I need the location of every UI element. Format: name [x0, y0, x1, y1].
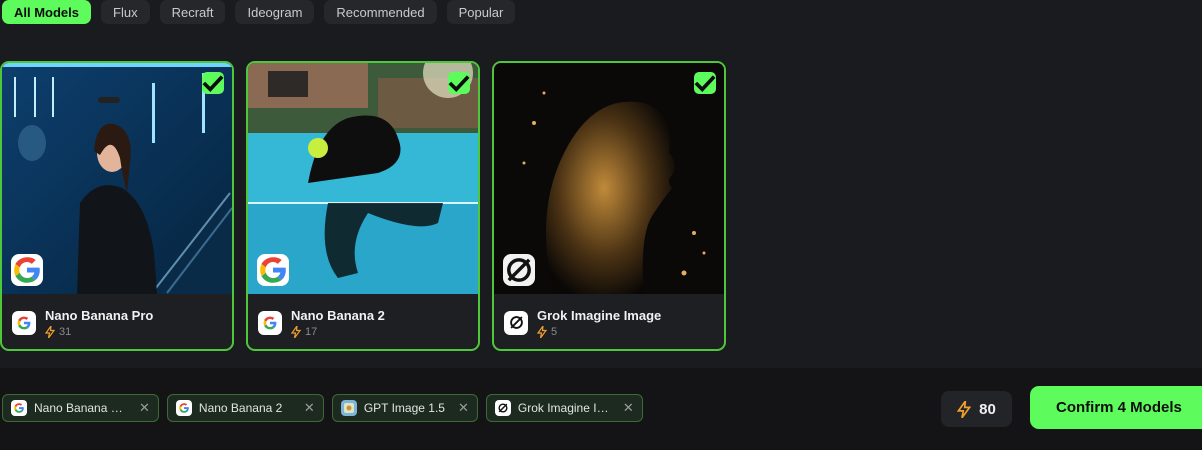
selected-check-icon[interactable]: [694, 72, 716, 94]
google-icon: [12, 310, 36, 335]
gpt-image-icon: [340, 400, 357, 416]
tab-popular[interactable]: Popular: [446, 0, 516, 24]
selection-bar: Nano Banana Pro ✕ Nano Banana 2 ✕ GPT Im…: [0, 368, 1202, 450]
chip-label: GPT Image 1.5: [363, 401, 445, 415]
tab-recraft[interactable]: Recraft: [159, 0, 226, 24]
model-name: Grok Imagine Image: [537, 307, 662, 323]
model-name: Nano Banana 2: [291, 307, 385, 323]
credit-cost-value: 5: [551, 325, 558, 338]
credit-cost: 31: [45, 325, 153, 338]
credit-cost: 17: [291, 325, 385, 338]
grok-icon: [503, 254, 535, 286]
chip-label: Nano Banana Pro: [34, 401, 126, 415]
tab-all-models[interactable]: All Models: [2, 0, 92, 24]
model-preview-image: [494, 63, 724, 294]
google-icon: [11, 400, 27, 416]
google-icon: [11, 254, 43, 286]
model-card-footer: Nano Banana 2 17: [248, 294, 478, 349]
model-card-grok-imagine-image[interactable]: Grok Imagine Image 5: [492, 61, 726, 351]
remove-chip-close-icon[interactable]: ✕: [458, 400, 469, 416]
remove-chip-close-icon[interactable]: ✕: [623, 400, 634, 416]
credit-cost: 5: [537, 325, 661, 338]
selected-check-icon[interactable]: [202, 72, 224, 94]
selected-chip-grok-imagine-image: Grok Imagine Image ✕: [485, 394, 643, 422]
lightning-icon: [291, 325, 301, 338]
credit-cost-value: 17: [305, 325, 318, 338]
selected-check-icon[interactable]: [448, 72, 470, 94]
credit-cost-value: 31: [59, 325, 72, 338]
model-preview-image: [248, 63, 478, 294]
lightning-icon: [957, 400, 972, 418]
tab-recommended[interactable]: Recommended: [324, 0, 437, 24]
model-card-footer: Nano Banana Pro 31: [2, 294, 232, 349]
model-card-grid: Nano Banana Pro 31 Nano Banana 2 17 Grok…: [0, 61, 726, 351]
selected-chip-gpt-image-1-5: GPT Image 1.5 ✕: [331, 394, 478, 422]
credits-total: 80: [941, 391, 1012, 427]
model-card-footer: Grok Imagine Image 5: [494, 294, 724, 349]
lightning-icon: [45, 325, 55, 338]
model-card-nano-banana-2[interactable]: Nano Banana 2 17: [246, 61, 480, 351]
google-icon: [257, 254, 289, 286]
google-icon: [175, 400, 192, 416]
selected-chip-nano-banana-2: Nano Banana 2 ✕: [166, 394, 324, 422]
model-card-nano-banana-pro[interactable]: Nano Banana Pro 31: [0, 61, 234, 351]
grok-icon: [494, 400, 511, 416]
chip-label: Grok Imagine Image: [517, 401, 610, 415]
confirm-models-button[interactable]: Confirm 4 Models: [1030, 386, 1202, 429]
google-icon: [258, 310, 282, 335]
selected-models: Nano Banana Pro ✕ Nano Banana 2 ✕ GPT Im…: [2, 394, 643, 422]
model-name: Nano Banana Pro: [45, 307, 154, 323]
remove-chip-close-icon[interactable]: ✕: [139, 400, 150, 416]
tab-flux[interactable]: Flux: [101, 0, 150, 24]
chip-label: Nano Banana 2: [198, 401, 283, 415]
model-filter-tabs: All Models Flux Recraft Ideogram Recomme…: [2, 0, 516, 26]
credits-value: 80: [979, 400, 996, 418]
model-preview-image: [2, 63, 232, 294]
selected-chip-nano-banana-pro: Nano Banana Pro ✕: [2, 394, 159, 422]
lightning-icon: [537, 325, 547, 338]
remove-chip-close-icon[interactable]: ✕: [304, 400, 315, 416]
grok-icon: [504, 310, 528, 335]
tab-ideogram[interactable]: Ideogram: [235, 0, 315, 24]
